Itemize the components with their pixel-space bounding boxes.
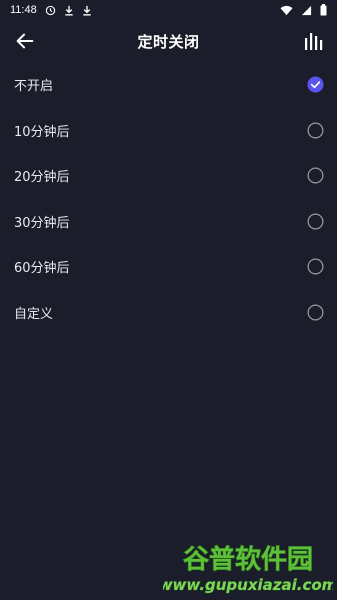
option-label: 30分钟后 xyxy=(14,215,70,231)
battery-icon xyxy=(320,4,327,16)
watermark-brand: 谷普软件园 xyxy=(183,544,313,575)
option-60-min[interactable]: 60分钟后 xyxy=(0,244,337,290)
radio-unchecked-icon[interactable] xyxy=(307,258,324,275)
option-label: 不开启 xyxy=(14,79,54,95)
download-icon xyxy=(82,5,92,16)
status-time: 11:48 xyxy=(10,4,37,16)
radio-unchecked-icon[interactable] xyxy=(307,213,324,230)
status-bar-right xyxy=(280,4,327,16)
radio-unchecked-icon[interactable] xyxy=(307,304,324,321)
app-header: 定时关闭 xyxy=(0,20,337,62)
option-30-min[interactable]: 30分钟后 xyxy=(0,199,337,245)
radio-checked-icon[interactable] xyxy=(307,76,324,93)
option-label: 10分钟后 xyxy=(14,124,70,140)
equalizer-icon xyxy=(305,33,323,50)
wifi-icon xyxy=(280,5,293,16)
timer-close-screen: 11:48 定时关闭 不开启 10分钟后 20分钟后 30分钟后 60分钟后 自… xyxy=(0,0,337,600)
signal-icon xyxy=(301,5,312,16)
radio-unchecked-icon[interactable] xyxy=(307,122,324,139)
status-bar: 11:48 xyxy=(0,0,337,20)
option-10-min[interactable]: 10分钟后 xyxy=(0,108,337,154)
page-title: 定时关闭 xyxy=(137,32,200,51)
sync-icon xyxy=(45,5,56,16)
equalizer-button[interactable] xyxy=(303,30,325,52)
option-off[interactable]: 不开启 xyxy=(0,62,337,108)
status-bar-left: 11:48 xyxy=(10,4,92,16)
watermark-url: www.gupuxiazai.com xyxy=(163,576,333,594)
watermark-logo: 谷普软件园 www.gupuxiazai.com xyxy=(163,543,333,594)
option-custom[interactable]: 自定义 xyxy=(0,290,337,336)
option-20-min[interactable]: 20分钟后 xyxy=(0,153,337,199)
timer-options-list: 不开启 10分钟后 20分钟后 30分钟后 60分钟后 自定义 xyxy=(0,62,337,335)
download-icon xyxy=(64,5,74,16)
option-label: 60分钟后 xyxy=(14,261,70,277)
option-label: 自定义 xyxy=(14,306,54,322)
arrow-left-icon xyxy=(16,33,34,49)
option-label: 20分钟后 xyxy=(14,170,70,186)
back-button[interactable] xyxy=(14,30,36,52)
radio-unchecked-icon[interactable] xyxy=(307,167,324,184)
